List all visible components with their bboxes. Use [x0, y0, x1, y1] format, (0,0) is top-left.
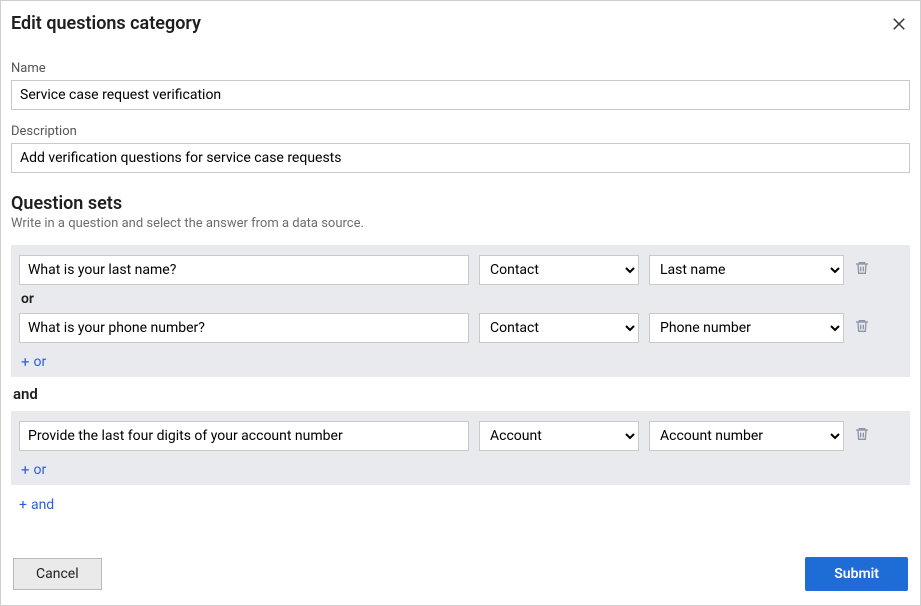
dialog-header: Edit questions category	[11, 13, 910, 39]
question-set-group: Account Account number + or	[11, 411, 910, 485]
plus-icon: +	[19, 497, 27, 513]
add-or-button[interactable]: + or	[21, 353, 46, 371]
source-select[interactable]: Contact	[479, 255, 639, 285]
description-label: Description	[11, 124, 910, 139]
add-or-button[interactable]: + or	[21, 461, 46, 479]
dialog-footer: Cancel Submit	[11, 557, 910, 591]
question-input[interactable]	[19, 421, 469, 451]
description-field-group: Description	[11, 124, 910, 173]
submit-button[interactable]: Submit	[805, 557, 908, 591]
answer-select[interactable]: Phone number	[649, 313, 844, 343]
dialog-title: Edit questions category	[11, 13, 201, 34]
question-row: Account Account number	[19, 421, 902, 451]
trash-icon[interactable]	[854, 260, 872, 280]
add-or-label: or	[34, 354, 47, 370]
question-row: Contact Last name	[19, 255, 902, 285]
answer-select[interactable]: Account number	[649, 421, 844, 451]
name-field-group: Name	[11, 61, 910, 110]
question-input[interactable]	[19, 313, 469, 343]
close-icon[interactable]	[888, 13, 910, 39]
plus-icon: +	[21, 461, 30, 479]
add-and-button[interactable]: + and	[19, 497, 54, 513]
plus-icon: +	[21, 353, 30, 371]
source-select[interactable]: Account	[479, 421, 639, 451]
and-separator: and	[13, 385, 910, 403]
edit-questions-category-dialog: Edit questions category Name Description…	[0, 0, 921, 606]
add-and-label: and	[31, 497, 54, 513]
description-input[interactable]	[11, 143, 910, 173]
trash-icon[interactable]	[854, 318, 872, 338]
name-input[interactable]	[11, 80, 910, 110]
name-label: Name	[11, 61, 910, 76]
source-select[interactable]: Contact	[479, 313, 639, 343]
question-set-group: Contact Last name or Contact Phone numbe…	[11, 245, 910, 377]
add-or-label: or	[34, 462, 47, 478]
cancel-button[interactable]: Cancel	[13, 558, 102, 590]
question-input[interactable]	[19, 255, 469, 285]
question-row: Contact Phone number	[19, 313, 902, 343]
question-sets-subtitle: Write in a question and select the answe…	[11, 216, 910, 231]
or-separator: or	[21, 291, 902, 307]
trash-icon[interactable]	[854, 426, 872, 446]
question-sets-title: Question sets	[11, 193, 910, 214]
answer-select[interactable]: Last name	[649, 255, 844, 285]
